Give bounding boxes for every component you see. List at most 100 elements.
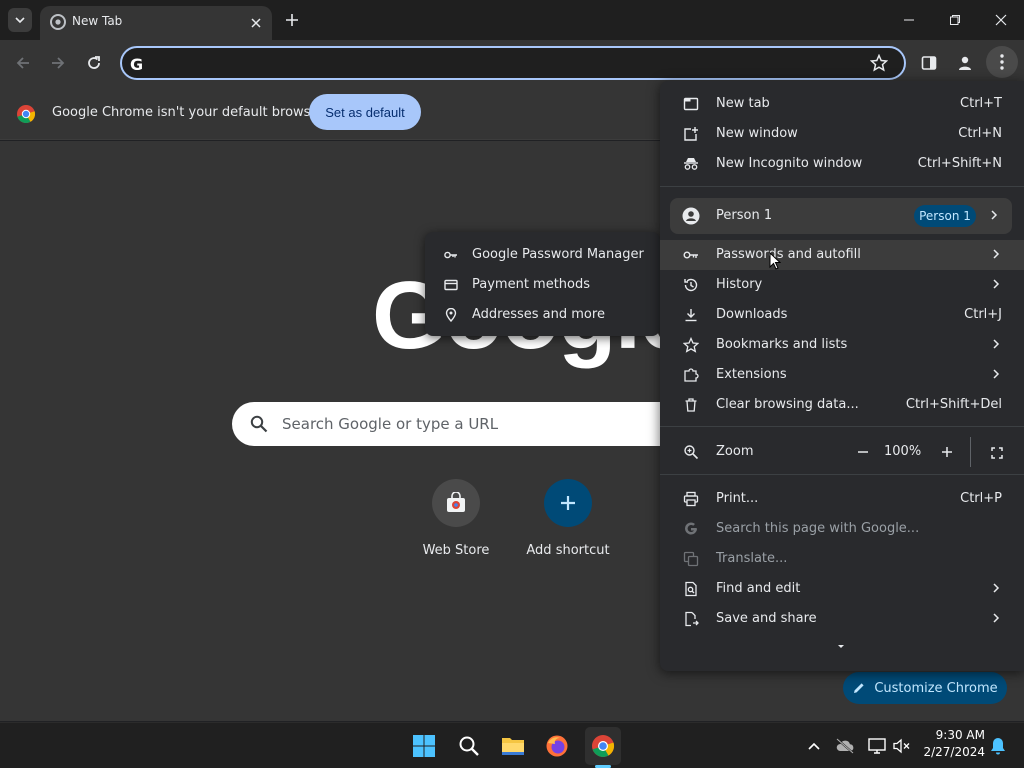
chevron-up-icon [808, 742, 820, 750]
menu-item-save-and-share[interactable]: Save and share [660, 604, 1024, 634]
forward-button[interactable] [47, 52, 69, 74]
minimize-button[interactable] [897, 8, 921, 32]
notifications-button[interactable] [984, 732, 1012, 760]
taskbar-search-button[interactable] [455, 732, 483, 760]
tab-new-tab[interactable]: New Tab [40, 6, 272, 40]
menu-item-new-tab[interactable]: New tab Ctrl+T [660, 89, 1024, 119]
chevron-right-icon [992, 278, 1000, 290]
save-share-icon [683, 611, 699, 627]
shortcut-add[interactable]: Add shortcut [518, 479, 618, 569]
firefox-button[interactable] [543, 732, 571, 760]
shortcut-web-store[interactable]: Web Store [406, 479, 506, 569]
start-button[interactable] [410, 732, 438, 760]
side-panel-icon [921, 56, 937, 70]
volume-muted-icon [893, 738, 910, 754]
search-icon [459, 736, 479, 756]
menu-item-label: Find and edit [716, 581, 801, 596]
menu-item-bookmarks-and-lists[interactable]: Bookmarks and lists [660, 330, 1024, 360]
trash-icon [683, 397, 699, 413]
chevron-right-icon [992, 582, 1000, 594]
menu-item-label: New tab [716, 96, 770, 111]
menu-item-label: Downloads [716, 307, 788, 322]
menu-item-downloads[interactable]: Downloads Ctrl+J [660, 300, 1024, 330]
menu-item-shortcut: Ctrl+Shift+N [917, 156, 1002, 171]
profile-button[interactable] [954, 52, 976, 74]
zoom-out-button[interactable] [852, 441, 874, 463]
submenu-item-payment-methods[interactable]: Payment methods [425, 270, 660, 300]
chrome-menu-button[interactable] [986, 46, 1018, 78]
search-icon [250, 415, 268, 433]
menu-item-search-page-with-google[interactable]: Search this page with Google... [660, 514, 1024, 544]
menu-item-new-incognito-window[interactable]: New Incognito window Ctrl+Shift+N [660, 149, 1024, 179]
download-icon [683, 307, 699, 323]
history-icon [683, 277, 699, 293]
chrome-logo-icon [16, 104, 36, 124]
key-icon [444, 248, 458, 262]
star-icon [683, 337, 699, 353]
menu-item-find-and-edit[interactable]: Find and edit [660, 574, 1024, 604]
google-g-icon: G [130, 55, 144, 74]
set-as-default-button[interactable]: Set as default [309, 94, 421, 130]
title-bar: New Tab [0, 0, 1024, 40]
network-tray-button[interactable] [863, 732, 891, 760]
close-icon [995, 14, 1007, 26]
fullscreen-icon [991, 447, 1003, 459]
menu-item-label: Clear browsing data... [716, 397, 859, 412]
tab-close-icon[interactable] [246, 13, 266, 33]
clock-time[interactable]: 9:30 AM [925, 728, 985, 742]
file-explorer-button[interactable] [499, 732, 527, 760]
close-window-button[interactable] [989, 8, 1013, 32]
location-pin-icon [444, 308, 458, 322]
menu-item-label: Passwords and autofill [716, 247, 861, 262]
menu-item-label: Translate... [716, 551, 788, 566]
windows-taskbar: 9:30 AM 2/27/2024 [0, 722, 1024, 768]
submenu-item-password-manager[interactable]: Google Password Manager [425, 240, 660, 270]
zoom-in-button[interactable] [936, 441, 958, 463]
plus-icon [286, 14, 298, 26]
onedrive-tray-button[interactable] [831, 732, 859, 760]
customize-label: Customize Chrome [874, 680, 998, 696]
find-icon [683, 581, 699, 597]
network-icon [868, 738, 886, 754]
restore-icon [950, 15, 960, 25]
menu-item-passwords-and-autofill[interactable]: Passwords and autofill [660, 240, 1024, 270]
menu-scroll-down-icon[interactable] [836, 643, 846, 651]
menu-item-extensions[interactable]: Extensions [660, 360, 1024, 390]
clock-date[interactable]: 2/27/2024 [915, 745, 985, 759]
volume-tray-button[interactable] [888, 732, 916, 760]
menu-item-translate[interactable]: Translate... [660, 544, 1024, 574]
menu-item-label: New window [716, 126, 798, 141]
menu-item-history[interactable]: History [660, 270, 1024, 300]
menu-item-person[interactable]: Person 1 Person 1 [670, 198, 1012, 234]
new-tab-button[interactable] [282, 10, 302, 30]
side-panel-button[interactable] [918, 52, 940, 74]
credit-card-icon [444, 278, 458, 292]
menu-item-new-window[interactable]: New window Ctrl+N [660, 119, 1024, 149]
submenu-item-label: Payment methods [472, 277, 591, 292]
passwords-submenu: Google Password Manager Payment methods … [425, 232, 660, 336]
tab-search-button[interactable] [8, 8, 32, 32]
submenu-item-addresses[interactable]: Addresses and more [425, 300, 660, 330]
menu-item-print[interactable]: Print... Ctrl+P [660, 484, 1024, 514]
reload-button[interactable] [83, 52, 105, 74]
bookmark-star-icon[interactable] [870, 54, 888, 72]
menu-item-label: Search this page with Google... [716, 521, 920, 536]
web-store-icon [432, 479, 480, 527]
arrow-back-icon [16, 57, 29, 69]
fullscreen-button[interactable] [986, 442, 1008, 464]
customize-chrome-button[interactable]: Customize Chrome [843, 672, 1007, 704]
chrome-favicon-icon [50, 14, 66, 30]
menu-divider [660, 426, 1024, 427]
menu-item-label: Person 1 [716, 208, 773, 223]
chrome-taskbar-button[interactable] [585, 727, 621, 765]
toolbar: G [0, 40, 1024, 86]
puzzle-piece-icon [683, 367, 699, 383]
chevron-right-icon [992, 338, 1000, 350]
menu-item-clear-browsing-data[interactable]: Clear browsing data... Ctrl+Shift+Del [660, 390, 1024, 420]
restore-button[interactable] [943, 8, 967, 32]
address-bar[interactable]: G [120, 46, 906, 80]
back-button[interactable] [12, 52, 34, 74]
ntp-search-input[interactable] [282, 411, 682, 437]
show-hidden-icons-button[interactable] [800, 732, 828, 760]
minus-icon [858, 451, 868, 453]
